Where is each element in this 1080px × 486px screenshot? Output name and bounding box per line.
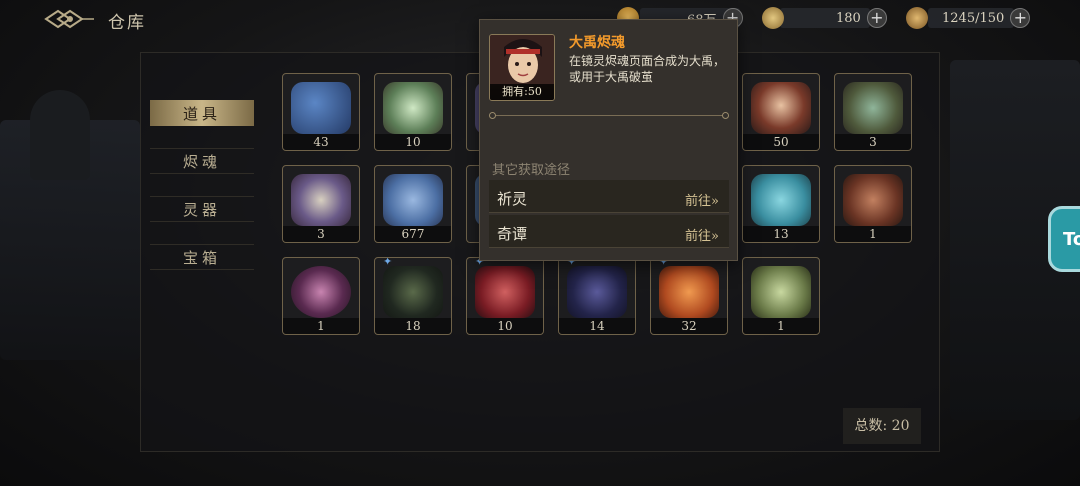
wine-tray-icon <box>291 174 351 226</box>
item-slot[interactable]: 1 <box>834 165 912 243</box>
total-count: 总数: 20 <box>843 408 921 444</box>
jade-scroll-icon <box>843 82 903 134</box>
tab-souls[interactable]: 烬魂 <box>150 148 254 174</box>
goto-link[interactable]: 前往» <box>685 190 719 209</box>
page-title: 仓库 <box>108 13 146 33</box>
owned-count: 拥有:50 <box>490 84 554 100</box>
dark-spirit-icon <box>383 266 443 318</box>
source-label: 祈灵 <box>497 190 528 208</box>
blue-map-icon <box>291 82 351 134</box>
stamina-resource: 1245/150 + <box>906 7 1031 29</box>
item-slot[interactable]: ✦ 10 <box>466 257 544 335</box>
lotus-icon <box>383 82 443 134</box>
item-slot[interactable]: 1 <box>282 257 360 335</box>
spiral-add-button[interactable]: + <box>866 8 887 28</box>
green-jade-icon <box>751 266 811 318</box>
tab-items[interactable]: 道具 <box>150 100 254 126</box>
urn-icon <box>843 174 903 226</box>
item-slot[interactable]: 677 <box>374 165 452 243</box>
dayu-face-icon <box>490 35 554 86</box>
blue-spirit-icon <box>383 174 443 226</box>
dayu-portrait-icon <box>751 82 811 134</box>
item-slot[interactable]: ✦ 32 <box>650 257 728 335</box>
tab-chests[interactable]: 宝箱 <box>150 244 254 270</box>
orange-spirit-icon <box>659 266 719 318</box>
item-slot[interactable]: ✦ 18 <box>374 257 452 335</box>
stamina-value: 1245/150 <box>942 10 1005 26</box>
goto-link[interactable]: 前往» <box>685 225 719 244</box>
item-slot[interactable]: 13 <box>742 165 820 243</box>
source-row-qiling[interactable]: 祈灵 前往» <box>489 180 729 213</box>
spiral-resource: 180 + <box>762 7 887 29</box>
stamina-icon <box>906 7 928 29</box>
divider <box>492 115 728 116</box>
item-detail-tooltip: 拥有:50 大禹烬魂 在镜灵烬魂页面合成为大禹，或用于大禹破茧 其它获取途径 祈… <box>479 19 738 261</box>
source-row-qitan[interactable]: 奇谭 前往» <box>489 215 729 248</box>
sources-heading: 其它获取途径 <box>492 163 571 178</box>
navy-spirit-icon <box>567 266 627 318</box>
red-spirit-icon <box>475 266 535 318</box>
teal-spirit-icon <box>751 174 811 226</box>
item-description: 在镜灵烬魂页面合成为大禹，或用于大禹破茧 <box>569 54 726 84</box>
category-sidebar: 道具 烬魂 灵器 宝箱 <box>150 100 254 292</box>
floating-side-button[interactable]: To <box>1048 206 1080 272</box>
item-slot[interactable]: 10 <box>374 73 452 151</box>
divider-dot-right <box>722 112 729 119</box>
tab-artifacts[interactable]: 灵器 <box>150 196 254 222</box>
source-label: 奇谭 <box>497 225 528 243</box>
item-slot[interactable]: ✦ 14 <box>558 257 636 335</box>
item-slot[interactable]: 3 <box>282 165 360 243</box>
background-lantern <box>30 90 90 180</box>
item-slot[interactable]: 50 <box>742 73 820 151</box>
divider-dot-left <box>489 112 496 119</box>
spiral-icon <box>762 7 784 29</box>
dayu-portrait: 拥有:50 <box>489 34 555 101</box>
item-slot[interactable]: 43 <box>282 73 360 151</box>
item-slot[interactable]: 3 <box>834 73 912 151</box>
back-emblem-icon[interactable] <box>44 8 96 30</box>
spiral-value: 180 <box>836 10 861 26</box>
item-slot[interactable]: 1 <box>742 257 820 335</box>
item-name: 大禹烬魂 <box>569 35 625 51</box>
stamina-add-button[interactable]: + <box>1010 8 1031 28</box>
purple-orb-icon <box>291 266 351 318</box>
